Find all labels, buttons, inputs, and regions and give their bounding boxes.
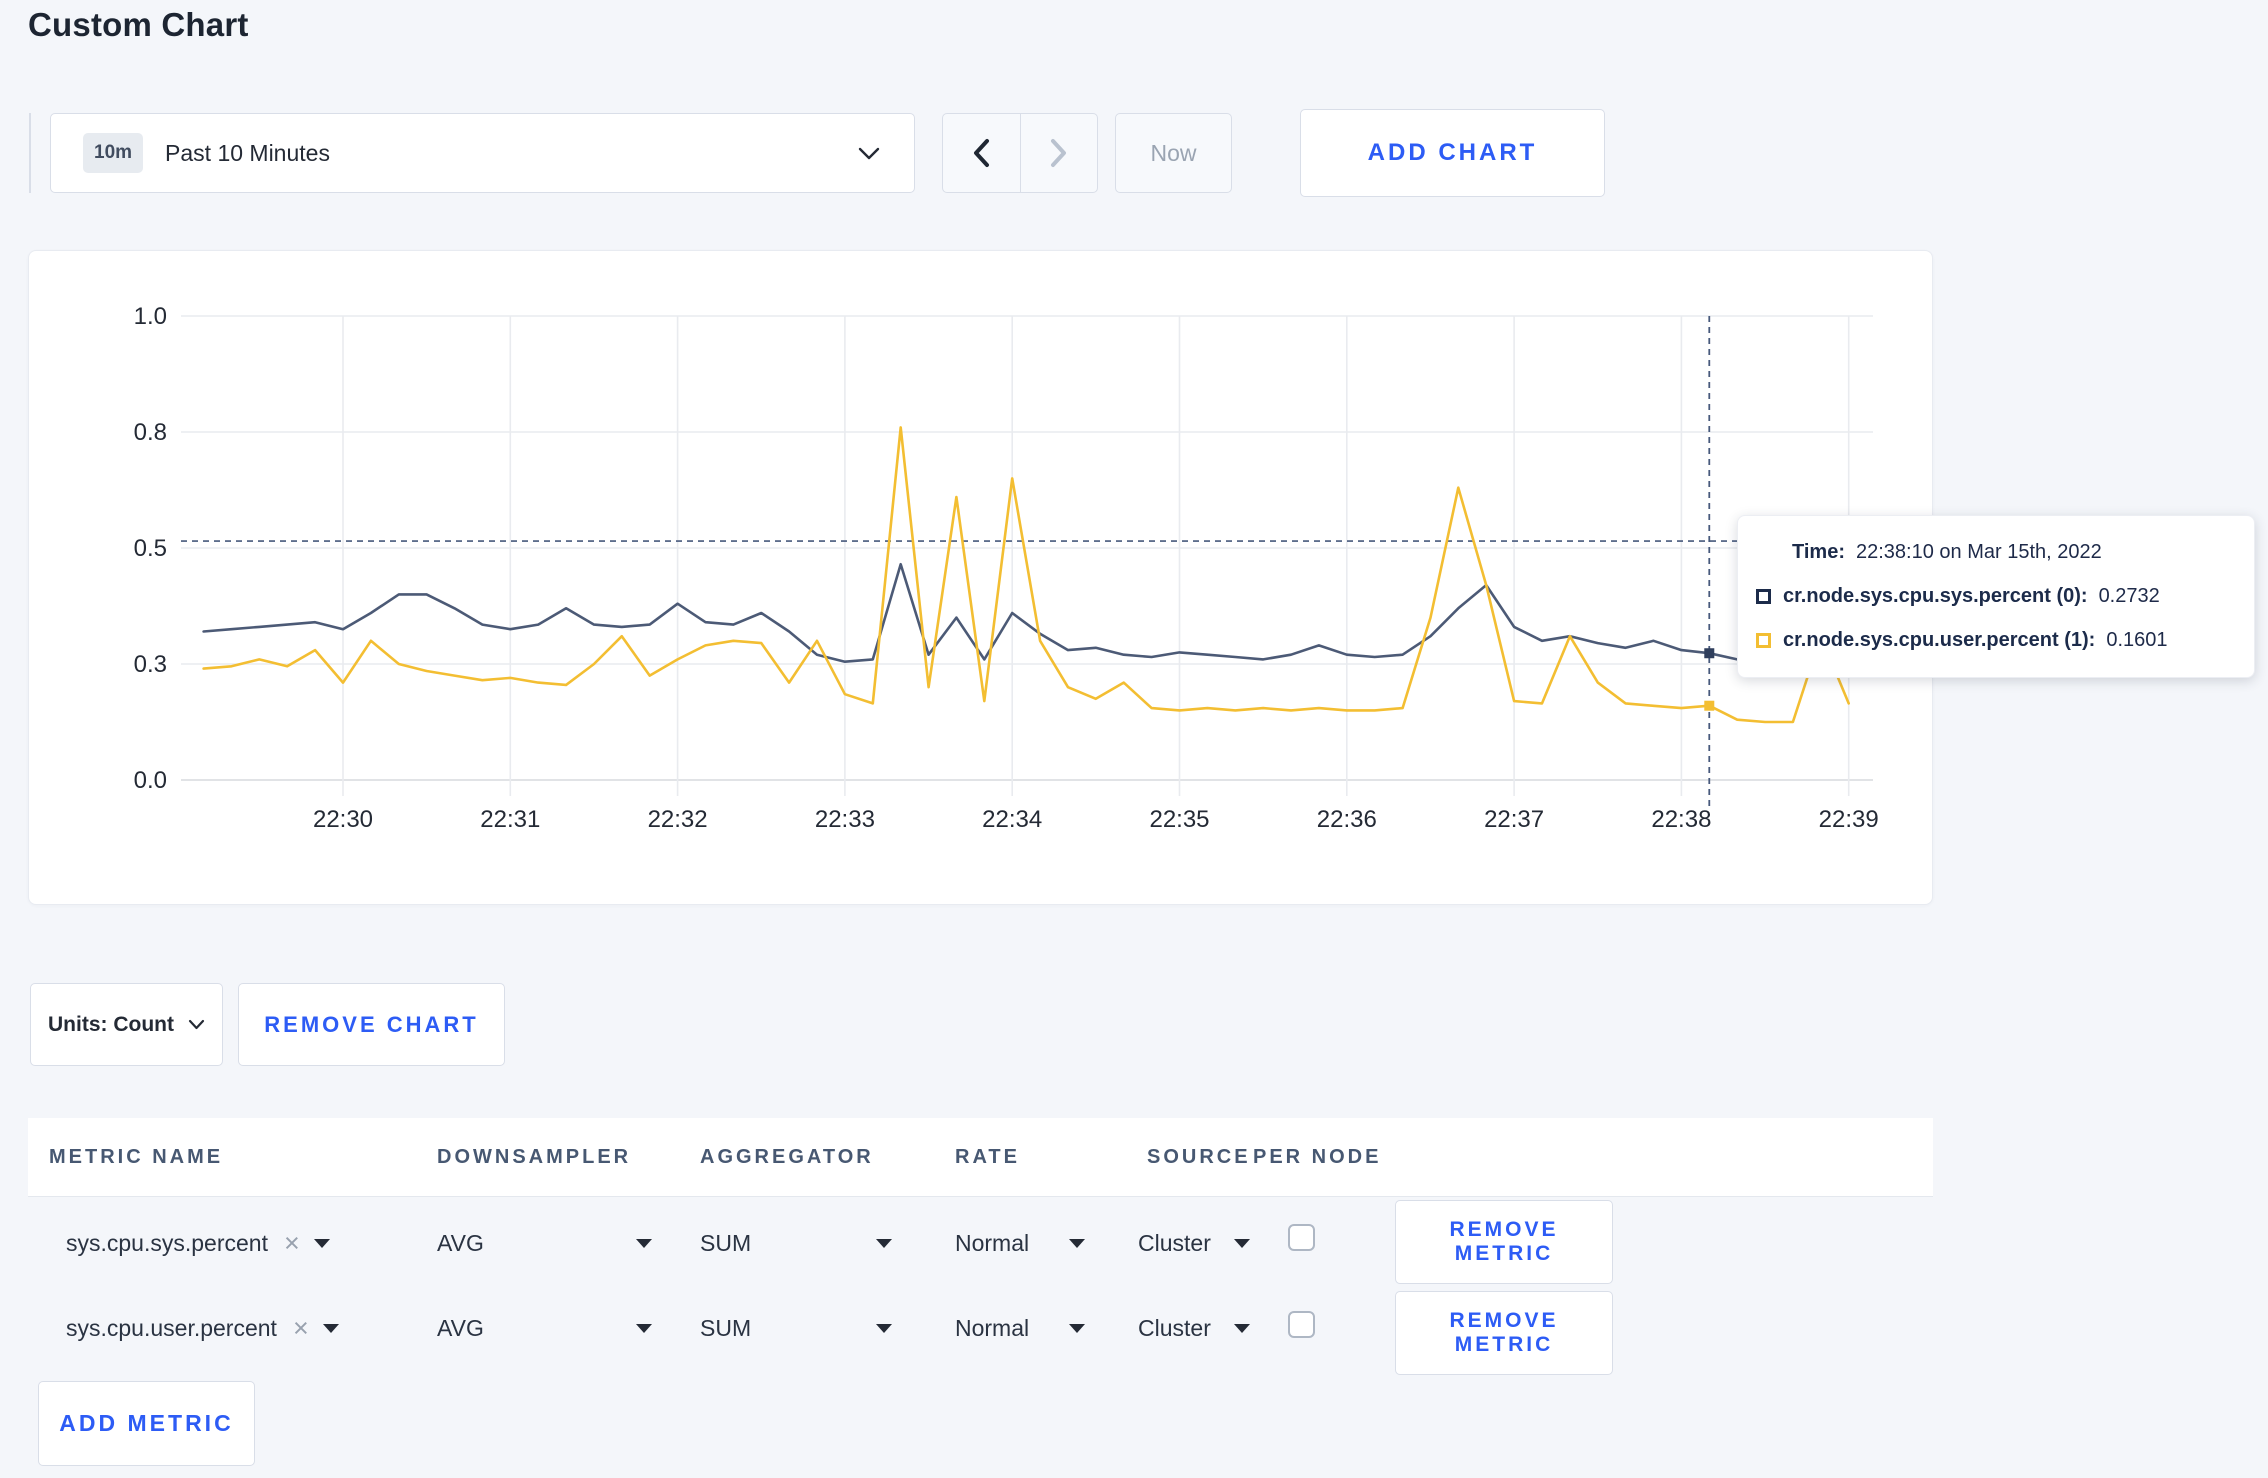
dropdown-caret-icon <box>876 1324 892 1333</box>
units-label: Units: Count <box>48 1012 174 1036</box>
tooltip-series-value: 0.1601 <box>2106 629 2168 651</box>
metric-name-value: sys.cpu.sys.percent <box>66 1230 268 1256</box>
rate-value: Normal <box>955 1230 1030 1256</box>
toolbar-divider <box>29 113 31 193</box>
svg-text:22:31: 22:31 <box>480 806 540 833</box>
dropdown-caret-icon <box>636 1239 652 1248</box>
svg-text:22:35: 22:35 <box>1149 806 1209 833</box>
col-header-downsampler: DOWNSAMPLER <box>437 1146 632 1168</box>
source-select[interactable]: Cluster <box>1138 1315 1250 1342</box>
svg-text:0.8: 0.8 <box>134 419 167 446</box>
tooltip-time-value: 22:38:10 on Mar 15th, 2022 <box>1855 541 2102 563</box>
dropdown-caret-icon <box>313 1239 330 1248</box>
dropdown-caret-icon <box>876 1239 892 1248</box>
col-header-source: SOURCE <box>1147 1146 1251 1168</box>
add-metric-button[interactable]: ADD METRIC <box>38 1381 255 1466</box>
col-header-per-node: PER NODE <box>1253 1146 1382 1168</box>
svg-text:0.5: 0.5 <box>134 535 167 562</box>
time-nav-group <box>942 113 1098 193</box>
series-swatch-user-icon <box>1756 633 1771 648</box>
tooltip-series-row: cr.node.sys.cpu.sys.percent (0): 0.2732 <box>1756 585 2234 608</box>
downsampler-select[interactable]: AVG <box>437 1315 652 1342</box>
page-title: Custom Chart <box>28 6 249 43</box>
col-header-aggregator: AGGREGATOR <box>700 1146 874 1168</box>
chevron-left-icon <box>974 139 990 167</box>
units-dropdown[interactable]: Units: Count <box>30 983 223 1066</box>
clear-metric-icon[interactable]: × <box>284 1230 300 1257</box>
tooltip-series-name: cr.node.sys.cpu.user.percent (1): <box>1783 629 2096 651</box>
chevron-right-icon <box>1050 139 1066 167</box>
chart-card: 0.0 0.3 0.5 0.8 1.0 22:30 22:31 22:32 22:33 22:34… <box>28 250 1933 905</box>
series-swatch-sys-icon <box>1756 589 1771 604</box>
dropdown-caret-icon <box>1069 1324 1085 1333</box>
svg-text:22:30: 22:30 <box>313 806 373 833</box>
dropdown-caret-icon <box>1069 1239 1085 1248</box>
tooltip-series-name: cr.node.sys.cpu.sys.percent (0): <box>1783 585 2088 607</box>
svg-text:22:37: 22:37 <box>1484 806 1544 833</box>
svg-text:22:39: 22:39 <box>1819 806 1879 833</box>
metric-row: sys.cpu.user.percent × AVG SUM Normal Cl… <box>28 1290 1933 1383</box>
svg-text:1.0: 1.0 <box>134 303 167 330</box>
dropdown-caret-icon <box>636 1324 652 1333</box>
col-header-rate: RATE <box>955 1146 1020 1168</box>
clear-metric-icon[interactable]: × <box>293 1315 309 1342</box>
source-value: Cluster <box>1138 1315 1211 1341</box>
source-select[interactable]: Cluster <box>1138 1230 1250 1257</box>
remove-chart-button[interactable]: REMOVE CHART <box>238 983 505 1066</box>
aggregator-select[interactable]: SUM <box>700 1315 892 1342</box>
metric-name-select[interactable]: sys.cpu.user.percent × <box>66 1315 339 1342</box>
tooltip-series-row: cr.node.sys.cpu.user.percent (1): 0.1601 <box>1756 629 2234 652</box>
downsampler-select[interactable]: AVG <box>437 1230 652 1257</box>
rate-value: Normal <box>955 1315 1030 1341</box>
now-button[interactable]: Now <box>1115 113 1232 193</box>
metric-name-value: sys.cpu.user.percent <box>66 1315 277 1341</box>
svg-text:0.0: 0.0 <box>134 767 167 794</box>
chart-tooltip: Time: 22:38:10 on Mar 15th, 2022 cr.node… <box>1737 515 2255 678</box>
chevron-down-icon <box>858 147 880 159</box>
svg-text:22:33: 22:33 <box>815 806 875 833</box>
remove-metric-button[interactable]: REMOVE METRIC <box>1395 1200 1613 1284</box>
time-backward-button[interactable] <box>943 114 1020 192</box>
svg-text:22:34: 22:34 <box>982 806 1042 833</box>
svg-text:22:32: 22:32 <box>648 806 708 833</box>
dropdown-caret-icon <box>322 1324 339 1333</box>
time-window-dropdown[interactable]: 10m Past 10 Minutes <box>50 113 915 193</box>
aggregator-value: SUM <box>700 1230 752 1256</box>
aggregator-value: SUM <box>700 1315 752 1341</box>
downsampler-value: AVG <box>437 1315 484 1341</box>
line-chart[interactable]: 0.0 0.3 0.5 0.8 1.0 22:30 22:31 22:32 22:33 22:34… <box>29 251 1934 906</box>
svg-text:22:36: 22:36 <box>1317 806 1377 833</box>
source-value: Cluster <box>1138 1230 1211 1256</box>
tooltip-series-value: 0.2732 <box>2098 585 2160 607</box>
rate-select[interactable]: Normal <box>955 1315 1085 1342</box>
time-window-label: Past 10 Minutes <box>165 139 330 166</box>
col-header-metric-name: METRIC NAME <box>49 1146 224 1168</box>
remove-metric-button[interactable]: REMOVE METRIC <box>1395 1291 1613 1375</box>
tooltip-time-label: Time: <box>1792 541 1845 563</box>
per-node-checkbox[interactable] <box>1288 1224 1315 1251</box>
dropdown-caret-icon <box>1234 1239 1250 1248</box>
dropdown-caret-icon <box>1234 1324 1250 1333</box>
time-forward-button[interactable] <box>1019 114 1098 192</box>
chevron-down-icon <box>188 1019 205 1030</box>
time-window-badge: 10m <box>83 133 144 173</box>
svg-text:22:38: 22:38 <box>1651 806 1711 833</box>
add-chart-button[interactable]: ADD CHART <box>1300 109 1605 197</box>
per-node-checkbox[interactable] <box>1288 1311 1315 1338</box>
svg-text:0.3: 0.3 <box>134 651 167 678</box>
aggregator-select[interactable]: SUM <box>700 1230 892 1257</box>
metrics-table-header: METRIC NAME DOWNSAMPLER AGGREGATOR RATE … <box>28 1118 1933 1197</box>
rate-select[interactable]: Normal <box>955 1230 1085 1257</box>
downsampler-value: AVG <box>437 1230 484 1256</box>
tooltip-time-row: Time: 22:38:10 on Mar 15th, 2022 <box>1792 541 2234 564</box>
metric-row: sys.cpu.sys.percent × AVG SUM Normal Clu… <box>28 1197 1933 1290</box>
metric-name-select[interactable]: sys.cpu.sys.percent × <box>66 1230 330 1257</box>
